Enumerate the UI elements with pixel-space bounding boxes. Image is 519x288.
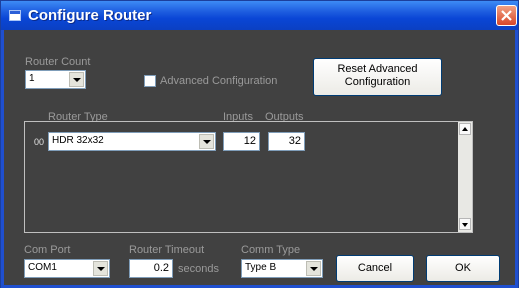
inputs-field[interactable]: 12 [223, 132, 260, 151]
comm-type-label: Comm Type [241, 244, 301, 256]
close-button[interactable] [496, 5, 517, 26]
list-scrollbar[interactable] [458, 122, 472, 232]
chevron-down-icon[interactable] [69, 72, 84, 87]
router-count-select[interactable]: 1 [25, 70, 86, 89]
reset-advanced-configuration-button[interactable]: Reset Advanced Configuration [313, 58, 442, 96]
com-port-label: Com Port [24, 244, 71, 256]
window-frame-right [515, 30, 518, 288]
window-icon [9, 10, 21, 21]
outputs-field[interactable]: 32 [268, 132, 305, 151]
seconds-label: seconds [178, 263, 219, 275]
comm-type-select[interactable]: Type B [241, 259, 323, 278]
title-bar[interactable]: Configure Router [1, 1, 518, 30]
reset-button-line1: Reset Advanced [337, 63, 418, 75]
row-index: 00 [34, 137, 45, 147]
com-port-value: COM1 [28, 262, 57, 273]
router-count-value: 1 [29, 73, 35, 84]
advanced-configuration-label: Advanced Configuration [160, 75, 278, 87]
scroll-down-icon[interactable] [459, 218, 471, 230]
window-title: Configure Router [28, 7, 152, 24]
scroll-up-icon[interactable] [459, 123, 471, 135]
router-type-value: HDR 32x32 [52, 135, 104, 146]
com-port-select[interactable]: COM1 [24, 259, 110, 278]
comm-type-value: Type B [245, 262, 277, 273]
router-type-select[interactable]: HDR 32x32 [48, 132, 216, 151]
chevron-down-icon[interactable] [93, 261, 108, 276]
chevron-down-icon[interactable] [306, 261, 321, 276]
router-timeout-field[interactable]: 0.2 [129, 259, 173, 278]
advanced-configuration-checkbox[interactable] [144, 75, 156, 87]
chevron-down-icon[interactable] [199, 134, 214, 149]
router-count-label: Router Count [25, 56, 91, 68]
configure-router-dialog: Configure Router Router Count 1 Advanced… [0, 0, 519, 288]
cancel-button[interactable]: Cancel [336, 255, 414, 282]
close-icon [501, 10, 512, 21]
ok-button[interactable]: OK [426, 255, 500, 282]
reset-button-line2: Configuration [344, 76, 411, 88]
window-frame-left [1, 30, 4, 288]
router-timeout-label: Router Timeout [129, 244, 205, 256]
router-list-panel: 00 HDR 32x32 12 32 [24, 121, 473, 233]
